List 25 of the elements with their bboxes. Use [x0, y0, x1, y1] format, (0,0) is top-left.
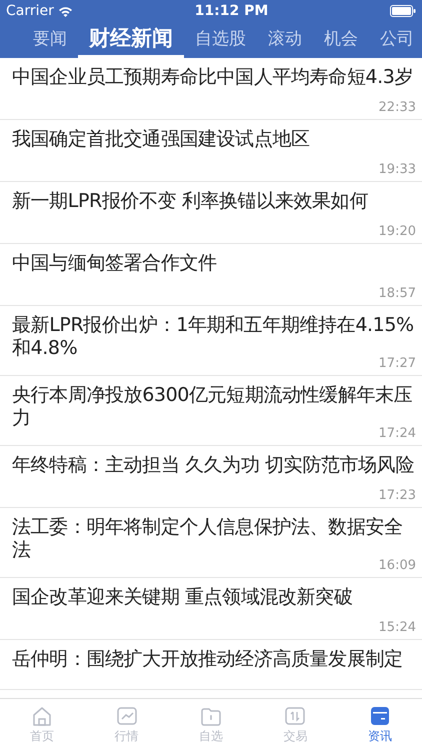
category-tab[interactable]: 要闻: [22, 22, 78, 58]
news-time: 19:20: [378, 224, 416, 239]
status-time: 11:12 PM: [194, 2, 268, 20]
news-time: 15:24: [378, 620, 416, 635]
home-icon: [31, 705, 54, 727]
news-time: 17:27: [378, 356, 416, 371]
news-time: 18:57: [378, 286, 416, 301]
trade-icon: [284, 705, 306, 727]
category-tab[interactable]: 公司: [369, 22, 422, 58]
category-tab[interactable]: 机会: [313, 22, 369, 58]
battery-icon: [390, 5, 416, 17]
news-time: 19:33: [378, 162, 416, 177]
news-time: 16:09: [378, 558, 416, 573]
news-icon: [368, 705, 391, 727]
carrier-label: Carrier: [6, 2, 54, 20]
chart-icon: [116, 705, 138, 727]
tab-bar-item[interactable]: 资讯: [338, 699, 422, 750]
news-time: 17:24: [378, 426, 416, 441]
wifi-icon: [58, 6, 73, 16]
news-title[interactable]: 岳仲明：围绕扩大开放推动经济高质量发展制定: [12, 648, 416, 686]
news-time: 17:23: [378, 488, 416, 503]
category-tab[interactable]: 滚动: [257, 22, 313, 58]
news-time: 22:33: [378, 100, 416, 115]
category-tab[interactable]: 自选股: [184, 22, 257, 58]
category-tab[interactable]: 财经新闻: [78, 22, 184, 58]
